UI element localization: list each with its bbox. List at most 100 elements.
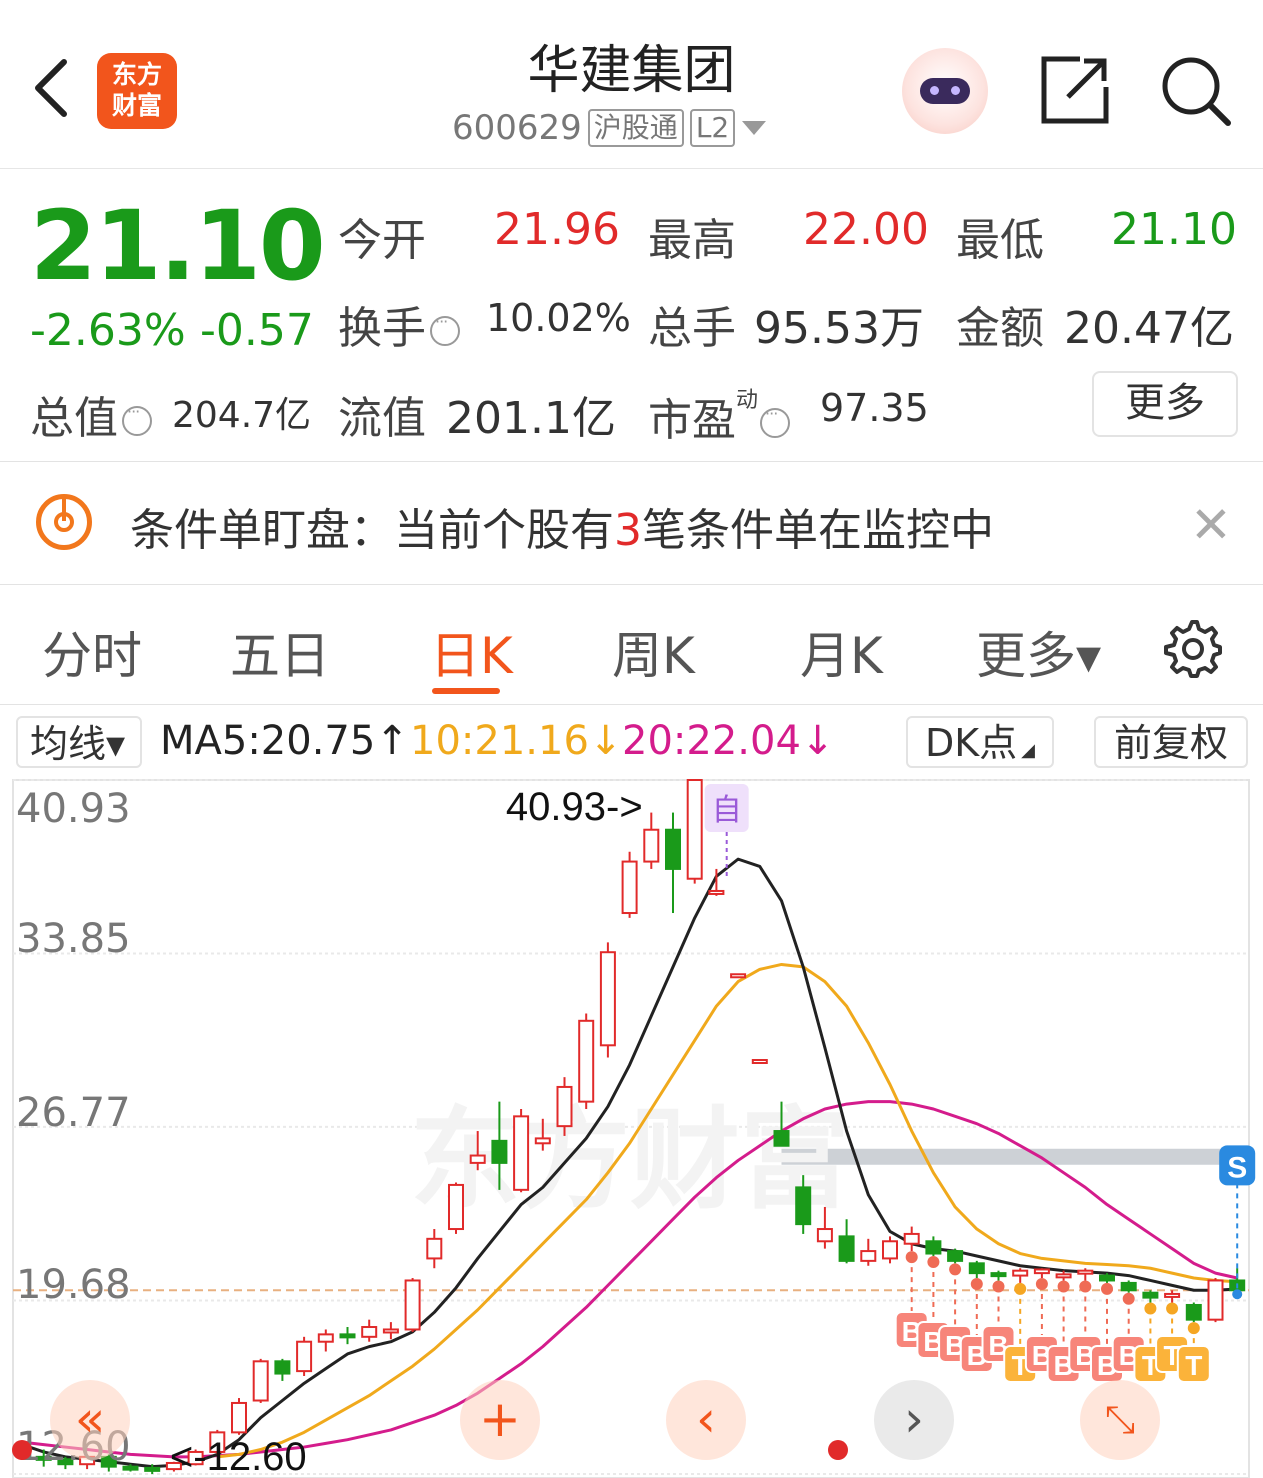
- signal-dot: [1079, 1280, 1092, 1293]
- ma5-value: MA5:20.75↑: [160, 718, 409, 764]
- candle: [947, 1248, 964, 1264]
- candle: [686, 779, 703, 884]
- gear-icon[interactable]: [1162, 618, 1222, 678]
- candle: [274, 1358, 291, 1381]
- ma10-value: 10:21.16↓: [410, 718, 623, 764]
- open-value: 21.96: [494, 204, 620, 255]
- turnover-value: 10.02%: [486, 296, 631, 340]
- scroll-left-fast-icon[interactable]: «: [50, 1380, 130, 1460]
- candle: [990, 1270, 1007, 1281]
- info-icon[interactable]: [122, 402, 152, 436]
- signal-dot: [1122, 1292, 1135, 1305]
- candle: [1077, 1268, 1094, 1281]
- candle: [361, 1319, 378, 1342]
- divider: [0, 461, 1263, 462]
- dk-point-button[interactable]: DK点 ◢: [906, 716, 1054, 768]
- signal-dot: [1014, 1282, 1027, 1295]
- candle: [556, 1077, 573, 1136]
- divider: [0, 584, 1263, 585]
- fullscreen-icon[interactable]: ⤡: [1080, 1380, 1160, 1460]
- tab-daily-k[interactable]: 日K: [430, 616, 513, 688]
- signal-dot: [1101, 1282, 1113, 1295]
- float-cap-value: 201.1亿: [446, 393, 616, 444]
- page-dot: [828, 1440, 848, 1460]
- signal-dot: [905, 1251, 918, 1264]
- candle: [1099, 1273, 1115, 1283]
- low-value: 21.10: [1111, 204, 1237, 255]
- candle: [665, 812, 681, 914]
- high-label: 最高: [648, 215, 736, 266]
- candle: [643, 812, 660, 869]
- candle: [925, 1236, 942, 1256]
- candle: [903, 1226, 920, 1252]
- candle: [296, 1336, 313, 1377]
- pe-label[interactable]: 市盈动: [648, 382, 791, 448]
- kline-chart[interactable]: 东方财富 40.93-> 自<-12.60SB B B B BT B B B B B T T T: [0, 778, 1263, 1478]
- volume-label: 总手: [648, 303, 736, 354]
- ma-select[interactable]: 均线▾: [16, 716, 142, 768]
- more-quote-button[interactable]: 更多: [1092, 371, 1238, 437]
- top-bar: 东方 财富 华建集团 600629 沪股通 L2: [0, 0, 1263, 169]
- tab-five-day[interactable]: 五日: [230, 616, 330, 688]
- candle: [882, 1236, 898, 1264]
- candle: [513, 1108, 530, 1193]
- stock-code-row[interactable]: 600629 沪股通 L2: [452, 108, 767, 148]
- zoom-in-icon[interactable]: +: [460, 1380, 540, 1460]
- tab-more[interactable]: 更多▾: [976, 616, 1101, 688]
- candle: [730, 973, 747, 979]
- amount-value: 20.47亿: [1064, 303, 1234, 354]
- signal-dot: [927, 1255, 940, 1268]
- tab-monthly-k[interactable]: 月K: [800, 616, 883, 688]
- candle: [621, 851, 638, 918]
- candle: [1012, 1268, 1029, 1283]
- chevron-right-icon[interactable]: ›: [874, 1380, 954, 1460]
- search-icon[interactable]: [1160, 55, 1232, 127]
- y-tick-label: 19.68: [16, 1262, 131, 1308]
- signal-dot: [1144, 1302, 1157, 1315]
- tag-level2: L2: [689, 109, 736, 147]
- candle: [578, 1013, 595, 1109]
- info-icon[interactable]: [760, 404, 791, 438]
- sell-signal-text: S: [1227, 1151, 1247, 1184]
- low-label: 最低: [956, 215, 1044, 266]
- signal-dot: [1035, 1278, 1048, 1291]
- mktcap-label[interactable]: 总值: [30, 382, 152, 446]
- stock-code: 600629: [452, 108, 582, 148]
- info-icon[interactable]: [430, 312, 460, 346]
- amount-label: 金额: [956, 303, 1044, 354]
- candle: [1185, 1302, 1202, 1323]
- signal-badge-text: T: [1185, 1350, 1202, 1381]
- self-select-badge-text: 自: [712, 793, 742, 828]
- candle: [448, 1182, 464, 1234]
- y-tick-label: 26.77: [16, 1090, 131, 1136]
- close-icon[interactable]: ✕: [1190, 500, 1232, 550]
- assistant-robot-icon[interactable]: [902, 48, 988, 134]
- candle: [599, 942, 616, 1058]
- signal-dot: [970, 1278, 983, 1291]
- price-adjust-button[interactable]: 前复权: [1094, 716, 1248, 768]
- max-price-annotation: 40.93->: [506, 785, 643, 829]
- change-amount: -0.57: [200, 305, 314, 356]
- candle: [860, 1238, 877, 1266]
- sell-dot: [1232, 1289, 1243, 1300]
- candle: [404, 1278, 421, 1332]
- open-label: 今开: [338, 215, 426, 266]
- signal-dot: [1166, 1302, 1179, 1315]
- tab-intraday[interactable]: 分时: [42, 616, 142, 688]
- candle: [382, 1322, 399, 1340]
- divider: [0, 704, 1263, 705]
- mktcap-value: 204.7亿: [172, 395, 312, 436]
- dropdown-arrow-icon: [742, 121, 767, 135]
- pe-value: 97.35: [820, 386, 929, 430]
- signal-dot: [1187, 1322, 1200, 1335]
- chevron-left-icon[interactable]: ‹: [666, 1380, 746, 1460]
- page-dot: [12, 1440, 32, 1460]
- candle: [1120, 1280, 1137, 1293]
- turnover-label[interactable]: 换手: [338, 292, 460, 356]
- high-value: 22.00: [803, 204, 929, 255]
- tab-weekly-k[interactable]: 周K: [612, 616, 695, 688]
- condition-order-alert[interactable]: 条件单盯盘：当前个股有3笔条件单在监控中: [130, 494, 994, 558]
- ma20-value: 20:22.04↓: [622, 718, 835, 764]
- min-price-annotation: <-12.60: [170, 1435, 307, 1478]
- share-icon[interactable]: [1040, 55, 1110, 125]
